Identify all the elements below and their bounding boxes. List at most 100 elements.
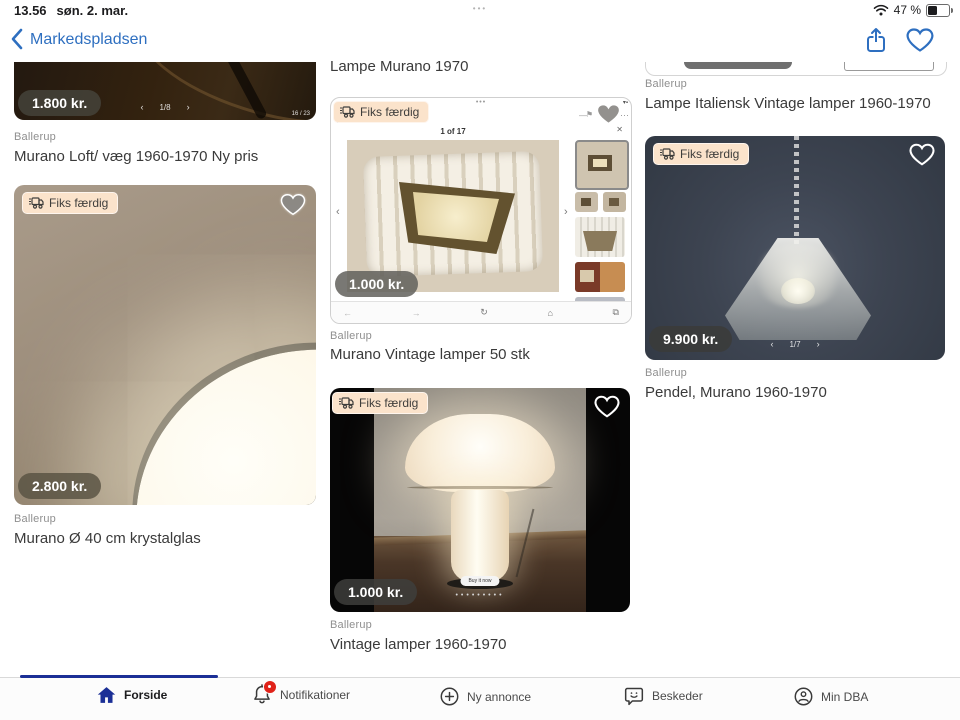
wifi-icon: [873, 4, 889, 16]
battery-percent: 47 %: [894, 3, 921, 17]
multitask-handle-icon: •••: [0, 4, 960, 13]
listing-title[interactable]: Lampe Italiensk Vintage lamper 1960-1970: [645, 95, 931, 112]
truck-icon: [339, 397, 354, 409]
listing-title[interactable]: Murano Vintage lamper 50 stk: [330, 346, 530, 363]
back-chevron-icon[interactable]: [10, 28, 24, 50]
listing-location: Ballerup: [14, 131, 56, 143]
favorites-heart-icon[interactable]: [906, 28, 934, 53]
badge-label: Fiks færdig: [360, 105, 419, 119]
buy-it-now-button[interactable]: Buy it now: [460, 576, 499, 586]
tab-min-dba[interactable]: Min DBA: [794, 687, 868, 706]
fiks-faerdig-badge: Fiks færdig: [332, 392, 428, 414]
tab-forside[interactable]: Forside: [97, 686, 167, 704]
listing-image-vintage50[interactable]: ••• ▾▪ DEUTSCH DANSK — 1 of 17 ✕ ‹ ›: [330, 97, 632, 324]
inner-refresh-icon: ↻: [480, 307, 488, 318]
listing-image-krystalglas[interactable]: Fiks færdig 2.800 kr.: [14, 185, 316, 505]
lamp-rim: [407, 486, 553, 489]
listing-title[interactable]: Vintage lamper 1960-1970: [330, 636, 507, 653]
inner-more-icon: ⋯: [620, 110, 629, 121]
image-pagination: ‹ 1/7 ›: [645, 339, 945, 349]
fiks-faerdig-badge: Fiks færdig: [333, 101, 429, 123]
lamp-stem: [451, 490, 509, 582]
lamp-bulb: [781, 278, 815, 304]
listing-image-italiensk-cut[interactable]: [645, 62, 947, 76]
inner-flag-icon: ⚑: [586, 110, 593, 119]
listing-location: Ballerup: [645, 78, 687, 90]
listing-image-murano-loft[interactable]: 1.800 kr. ‹ 1/8 › 16 / 23: [14, 62, 316, 120]
home-icon: [97, 686, 116, 704]
notification-badge: [263, 680, 277, 694]
inner-main-photo: [347, 140, 559, 292]
listing-image-vintage-lamper[interactable]: Buy it now ••••••••• Fiks færdig 1.000 k…: [330, 388, 630, 612]
tab-label: Min DBA: [821, 690, 868, 704]
save-heart-icon[interactable]: [596, 103, 621, 126]
status-bar-right: 47 %: [873, 3, 950, 17]
tab-ny-annonce[interactable]: Ny annonce: [440, 687, 531, 706]
pagination-label: 1/7: [789, 340, 800, 349]
profile-circle-icon: [794, 687, 813, 706]
tab-label: Beskeder: [652, 689, 703, 703]
price-badge: 1.000 kr.: [335, 271, 418, 297]
tab-notifikationer[interactable]: Notifikationer: [252, 684, 350, 705]
lamp-chain: [794, 136, 799, 248]
tab-label: Forside: [124, 688, 167, 702]
truck-icon: [29, 197, 44, 209]
inner-thumbnail: [575, 192, 598, 212]
inner-thumbnail: [603, 192, 626, 212]
listing-image-pendel[interactable]: Fiks færdig 9.900 kr. ‹ 1/7 ›: [645, 136, 945, 360]
inner-windows-icon: ⧉: [613, 307, 619, 318]
inner-next-icon: ›: [564, 206, 568, 218]
save-heart-icon[interactable]: [594, 395, 620, 419]
listing-title[interactable]: Murano Loft/ væg 1960-1970 Ny pris: [14, 148, 258, 165]
truck-icon: [340, 106, 355, 118]
prev-image-icon[interactable]: ‹: [770, 339, 773, 349]
fiks-faerdig-badge: Fiks færdig: [653, 143, 749, 165]
inner-status-icons: ▾▪: [623, 99, 628, 106]
prev-image-icon[interactable]: ‹: [140, 102, 143, 112]
cut-button-fragment: [844, 62, 934, 71]
inner-home-icon: ⌂: [547, 308, 552, 318]
tab-label: Notifikationer: [280, 688, 350, 702]
image-pagination: ‹ 1/8 ›: [14, 102, 316, 112]
plus-circle-icon: [440, 687, 459, 706]
listing-location: Ballerup: [14, 513, 56, 525]
inner-prev-icon: ‹: [336, 206, 340, 218]
inner-close-icon: ✕: [616, 125, 623, 134]
inner-page-indicator: 1 of 17: [331, 127, 575, 136]
inner-thumbnail: [575, 262, 625, 292]
inner-thumbnail: [575, 140, 629, 190]
inner-thumbnail: [575, 217, 625, 257]
next-image-icon[interactable]: ›: [187, 102, 190, 112]
price-badge: 1.000 kr.: [334, 579, 417, 605]
share-icon[interactable]: [864, 27, 888, 54]
listing-title[interactable]: Lampe Murano 1970: [330, 58, 468, 75]
inner-browser-toolbar: ← → ↻ ⌂ ⧉: [331, 301, 631, 323]
listing-location: Ballerup: [330, 619, 372, 631]
fiks-faerdig-badge: Fiks færdig: [22, 192, 118, 214]
badge-label: Fiks færdig: [680, 147, 739, 161]
lamp-cap: [405, 414, 555, 492]
tab-label: Ny annonce: [467, 690, 531, 704]
tab-beskeder[interactable]: Beskeder: [624, 686, 703, 706]
save-heart-icon[interactable]: [280, 193, 306, 217]
badge-label: Fiks færdig: [359, 396, 418, 410]
truck-icon: [660, 148, 675, 160]
bell-icon: [252, 684, 272, 705]
back-link[interactable]: Markedspladsen: [30, 31, 147, 49]
cut-pill-fragment: [684, 62, 792, 69]
listing-title[interactable]: Murano Ø 40 cm krystalglas: [14, 530, 201, 547]
listing-location: Ballerup: [330, 330, 372, 342]
badge-label: Fiks færdig: [49, 196, 108, 210]
pagination-label: 1/8: [159, 103, 170, 112]
listing-title[interactable]: Pendel, Murano 1960-1970: [645, 384, 827, 401]
photo-counter: 16 / 23: [292, 111, 310, 117]
save-heart-icon[interactable]: [909, 143, 935, 167]
price-badge: 2.800 kr.: [18, 473, 101, 499]
app-screen: 13.56 søn. 2. mar. ••• 47 % Markedsplads…: [0, 0, 960, 720]
active-tab-indicator: [20, 675, 218, 678]
chat-smiley-icon: [624, 686, 644, 706]
inner-back-icon: ←: [343, 308, 352, 318]
listing-location: Ballerup: [645, 367, 687, 379]
next-image-icon[interactable]: ›: [817, 339, 820, 349]
inner-forward-icon: →: [412, 308, 421, 318]
